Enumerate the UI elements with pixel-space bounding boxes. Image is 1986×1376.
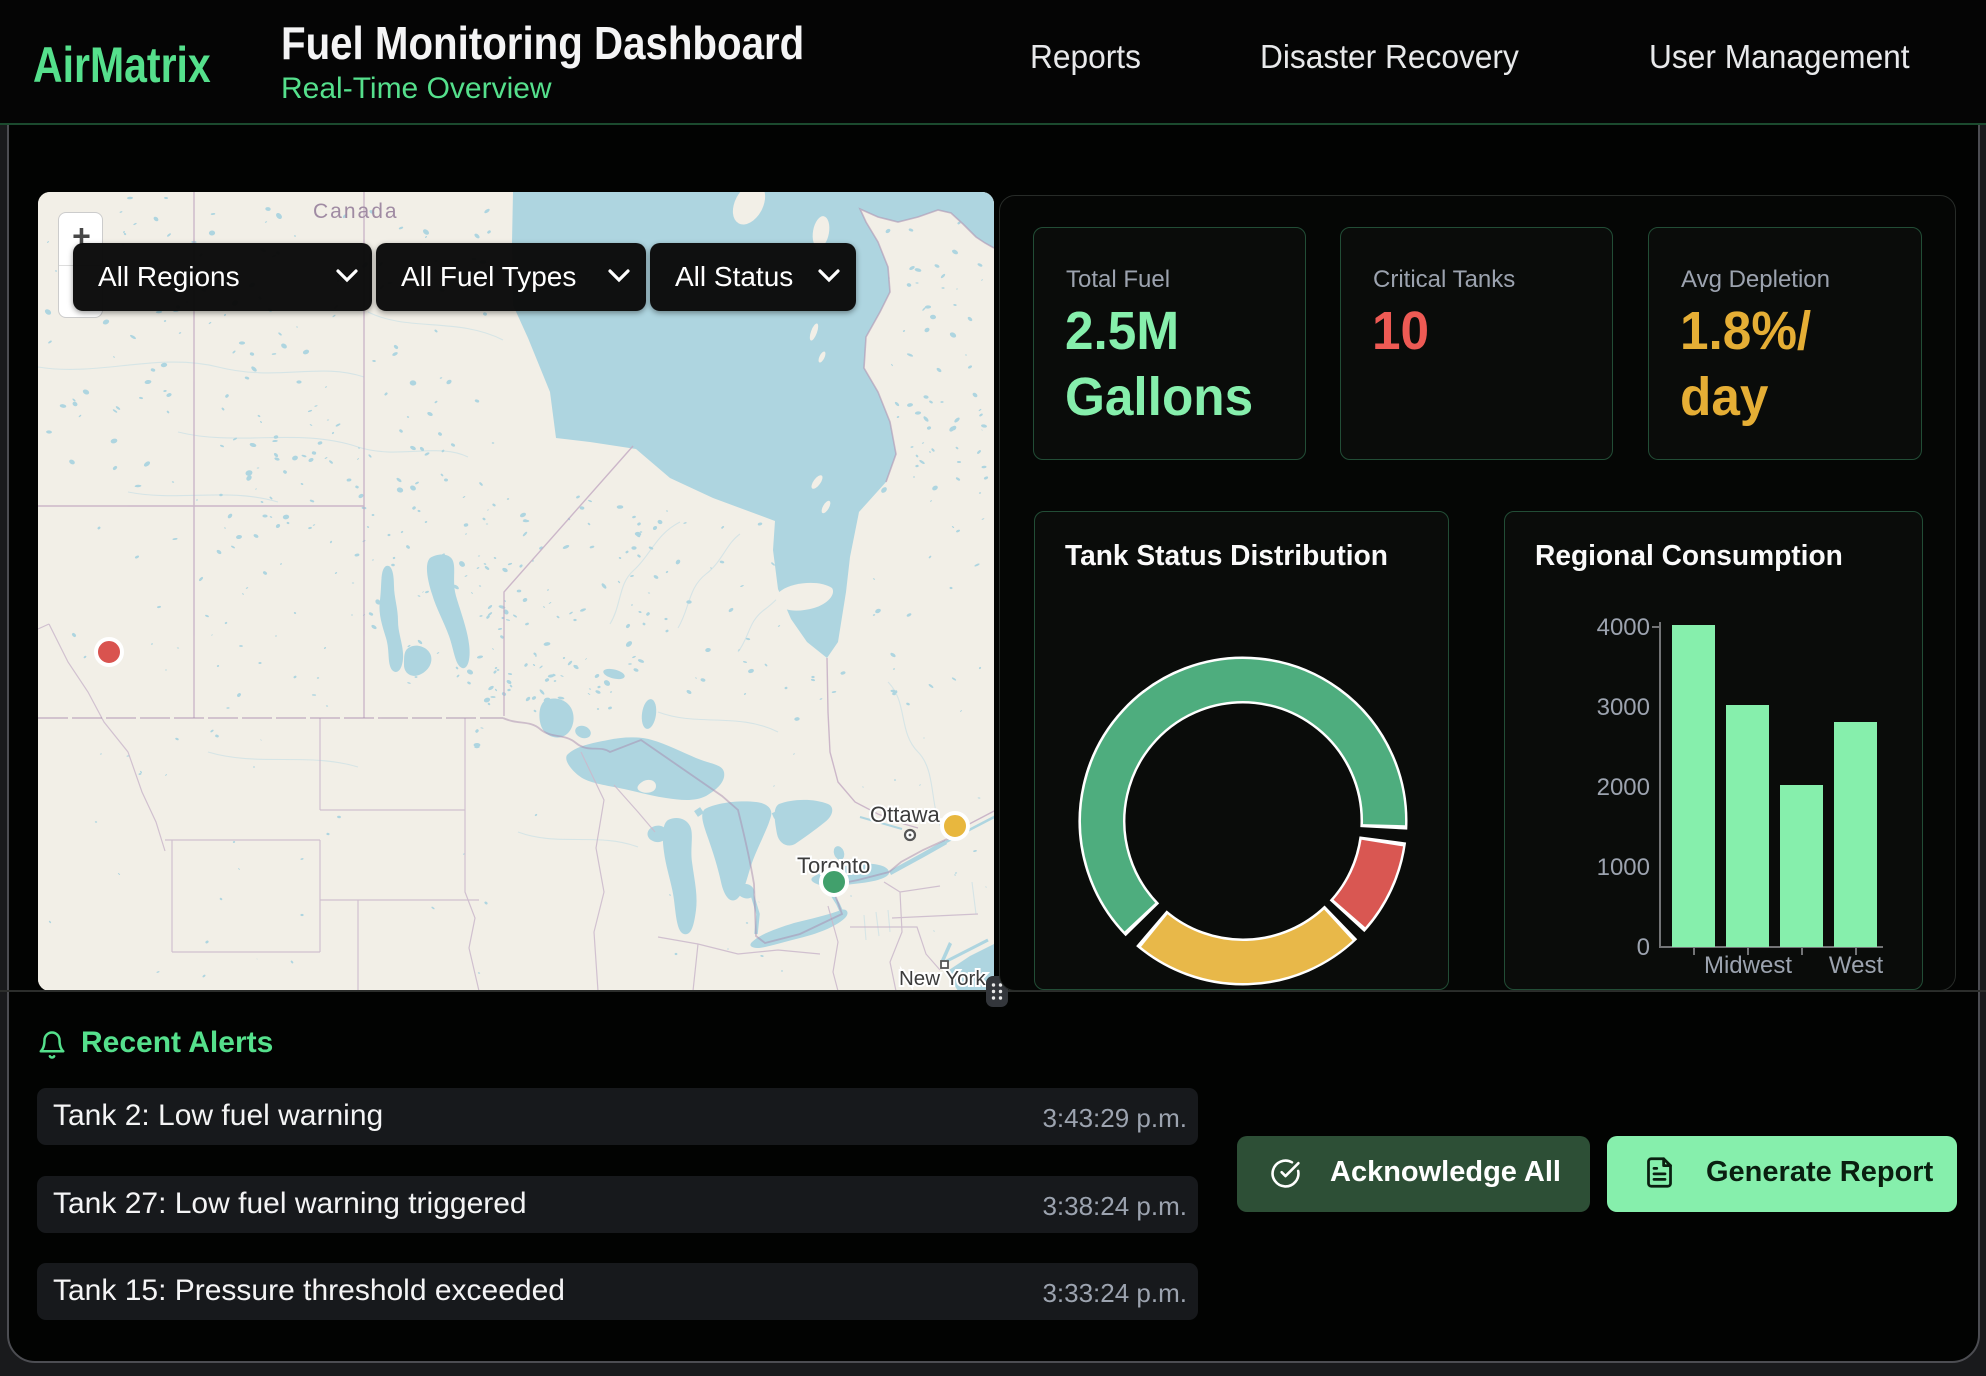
svg-text:3000: 3000	[1597, 694, 1650, 721]
svg-text:4000: 4000	[1597, 614, 1650, 641]
svg-text:1000: 1000	[1597, 854, 1650, 881]
svg-text:West: West	[1829, 952, 1884, 979]
svg-text:2000: 2000	[1597, 774, 1650, 801]
svg-text:0: 0	[1637, 934, 1650, 961]
svg-text:Canada: Canada	[313, 200, 399, 223]
svg-text:Ottawa: Ottawa	[870, 802, 940, 827]
svg-text:New York: New York	[899, 967, 986, 990]
svg-text:Midwest: Midwest	[1704, 952, 1792, 979]
